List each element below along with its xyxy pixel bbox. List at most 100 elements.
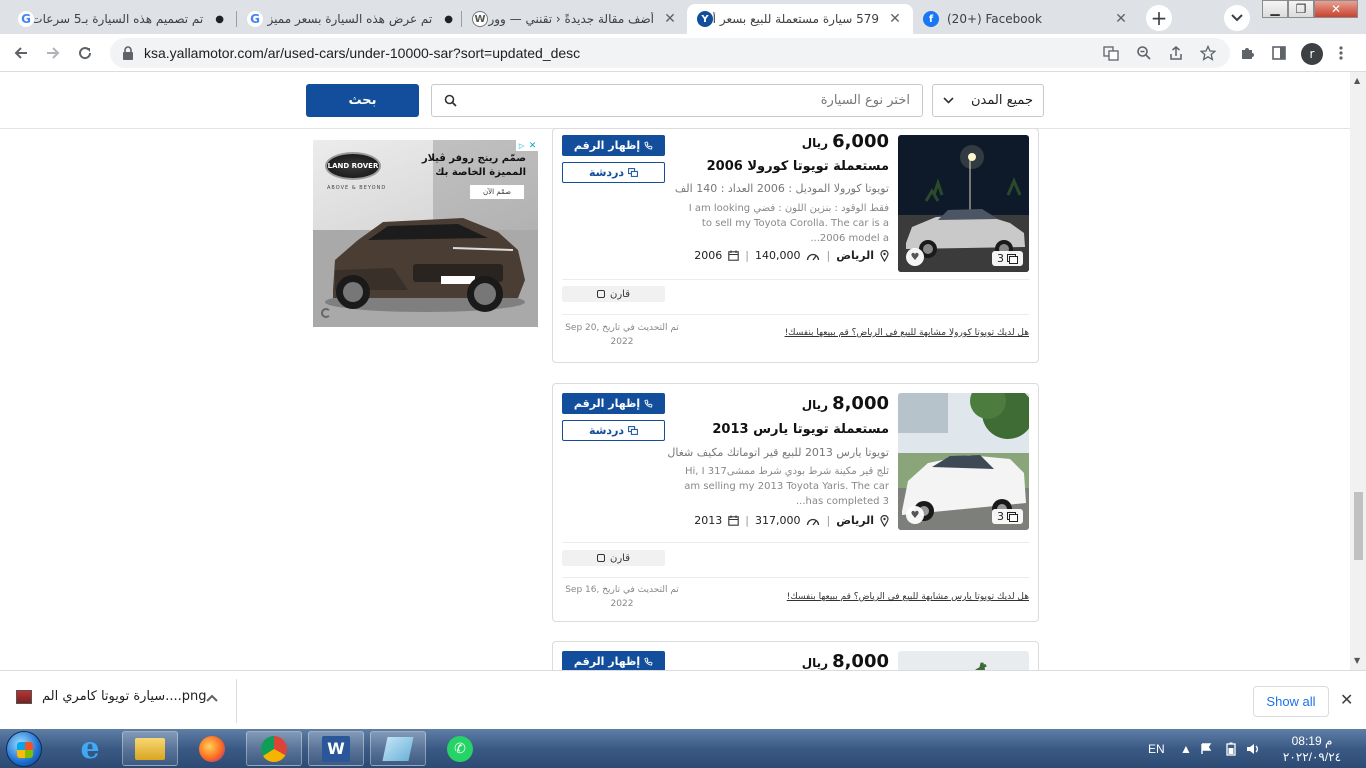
back-button[interactable]	[8, 40, 34, 66]
restore-button[interactable]: ❐	[1288, 0, 1314, 18]
listing-title[interactable]: مستعملة تويوتا يارس 2013	[712, 422, 889, 437]
search-button[interactable]: بحث	[306, 84, 419, 117]
ad-cta-button[interactable]: صمّم الآن	[470, 185, 524, 199]
listing-mileage: 140,000	[754, 249, 801, 262]
download-filename: سيارة تويوتا كامري الم....png	[42, 689, 207, 704]
show-phone-button[interactable]: إظهار الرقم	[562, 393, 665, 414]
tab-search-button[interactable]	[1224, 5, 1250, 31]
listing-card[interactable]: 3 ♥ 8,000 ريال مستعملة تويوتا يارس 2013 …	[552, 383, 1039, 622]
image-file-icon	[16, 689, 32, 704]
car-type-input[interactable]: اختر نوع السيارة	[431, 84, 923, 117]
loading-icon	[321, 308, 331, 318]
facebook-icon: f	[923, 11, 939, 27]
windows-taskbar: e W ✆ EN ▲ 08:19 م ٢٠٢٢/٠٩/٢٤	[0, 729, 1366, 768]
profile-avatar[interactable]: r	[1301, 43, 1323, 65]
battery-icon[interactable]	[1226, 729, 1236, 768]
listing-price: 6,000 ريال	[801, 131, 889, 152]
listing-photo[interactable]: 3 ♥	[898, 135, 1029, 272]
listing-card[interactable]: 3 ♥ 6,000 ريال مستعملة تويوتا كورولا 200…	[552, 128, 1039, 363]
calendar-icon	[728, 515, 739, 526]
download-item[interactable]: سيارة تويوتا كامري الم....png	[16, 689, 206, 704]
reload-button[interactable]	[72, 40, 98, 66]
forward-button[interactable]	[40, 40, 66, 66]
listing-city: الرياض	[836, 249, 874, 262]
language-indicator[interactable]: EN	[1148, 729, 1165, 768]
kebab-menu-icon[interactable]	[1332, 44, 1350, 62]
sell-similar-link[interactable]: هل لديك تويوتا كورولا مشابهة للبيع في ال…	[785, 328, 1029, 338]
chevron-up-icon[interactable]	[206, 691, 218, 705]
advertisement[interactable]: LAND ROVER ABOVE & BEYOND صمّم رينج روفر…	[313, 140, 538, 327]
close-tab-icon[interactable]: ✕	[1113, 11, 1129, 27]
scroll-down-icon[interactable]: ▼	[1354, 656, 1360, 665]
scrollbar-thumb[interactable]	[1354, 492, 1363, 560]
lock-icon	[123, 46, 133, 60]
listing-photo[interactable]: 3 ♥	[898, 393, 1029, 530]
listing-card[interactable]: 8,000 ريال إظهار الرقم	[552, 641, 1039, 670]
share-icon[interactable]	[1167, 44, 1185, 62]
listing-meta: الرياض | 140,000 | 2006	[694, 249, 889, 262]
firefox-icon[interactable]	[184, 731, 240, 766]
flag-icon[interactable]	[1200, 729, 1212, 768]
clock-time: 08:19 م	[1291, 734, 1333, 748]
start-button[interactable]	[6, 731, 42, 767]
new-tab-button[interactable]: +	[1146, 5, 1172, 31]
listing-title[interactable]: مستعملة تويوتا كورولا 2006	[707, 159, 889, 174]
file-explorer-icon[interactable]	[122, 731, 178, 766]
zoom-icon[interactable]	[1135, 44, 1153, 62]
side-panel-icon[interactable]	[1270, 44, 1288, 62]
close-ad-icon[interactable]: ✕	[527, 140, 538, 151]
adchoices-icon[interactable]: ▷	[516, 140, 527, 151]
favorite-heart-icon[interactable]: ♥	[906, 248, 924, 266]
phone-icon	[644, 657, 653, 666]
sell-similar-link[interactable]: هل لديك تويوتا يارس مشابهة للبيع في الري…	[787, 592, 1029, 602]
gallery-icon	[1007, 511, 1018, 522]
calendar-icon	[728, 250, 739, 261]
close-download-bar-icon[interactable]: ✕	[1340, 690, 1353, 709]
whatsapp-icon[interactable]: ✆	[432, 731, 488, 766]
tab-strip: G تم تصميم هذه السيارة بـ5 سرعات يدو ● G…	[0, 0, 1366, 34]
wordpress-icon: W	[472, 11, 488, 27]
notes-app-icon[interactable]	[370, 731, 426, 766]
address-bar[interactable]: ksa.yallamotor.com/ar/used-cars/under-10…	[110, 38, 1230, 68]
city-select[interactable]: جميع المدن	[932, 84, 1044, 117]
internet-explorer-icon[interactable]: e	[62, 731, 118, 766]
chrome-icon[interactable]	[246, 731, 302, 766]
listing-city: الرياض	[836, 514, 874, 527]
tab-google-2[interactable]: G تم عرض هذه السيارة بسعر مميز للغاية ●	[237, 4, 463, 34]
show-phone-button[interactable]: إظهار الرقم	[562, 135, 665, 156]
google-icon: G	[18, 11, 34, 27]
bookmark-star-icon[interactable]	[1199, 44, 1217, 62]
close-tab-icon[interactable]: ✕	[662, 11, 678, 27]
page-scrollbar[interactable]: ▲ ▼	[1350, 72, 1366, 670]
clock-date: ٢٠٢٢/٠٩/٢٤	[1282, 750, 1342, 764]
chevron-up-icon[interactable]: ▲	[1180, 729, 1192, 768]
system-clock[interactable]: 08:19 م ٢٠٢٢/٠٩/٢٤	[1262, 733, 1362, 765]
listing-updated-date: تم التحديث في تاريخ Sep 16, 2022	[565, 585, 679, 609]
compare-checkbox[interactable]: قارن	[562, 286, 665, 302]
show-phone-button[interactable]: إظهار الرقم	[562, 651, 665, 670]
chat-button[interactable]: دردشة	[562, 420, 665, 441]
translate-icon[interactable]	[1102, 44, 1120, 62]
listing-specs: تويوتا يارس 2013 للبيع قير اتوماتك مكيف …	[667, 446, 889, 459]
minimize-button[interactable]: ▁	[1262, 0, 1288, 18]
tab-google-1[interactable]: G تم تصميم هذه السيارة بـ5 سرعات يدو ●	[8, 4, 234, 34]
word-icon[interactable]: W	[308, 731, 364, 766]
tab-wordpress[interactable]: W أضف مقالة جديدةً ‹ تقنني — ووردبريس ✕	[462, 4, 688, 34]
chat-button[interactable]: دردشة	[562, 162, 665, 183]
listing-photo[interactable]	[898, 651, 1029, 670]
chat-icon	[628, 426, 638, 435]
close-tab-icon[interactable]: ✕	[887, 11, 903, 27]
show-all-button[interactable]: Show all	[1253, 686, 1329, 717]
favorite-heart-icon[interactable]: ♥	[906, 506, 924, 524]
tab-yallamotor[interactable]: Y 579 سيارة مستعملة للبيع بسعر أقل من ✕	[687, 4, 913, 34]
reload-icon	[79, 47, 92, 60]
scroll-up-icon[interactable]: ▲	[1354, 76, 1360, 85]
volume-icon[interactable]	[1246, 729, 1260, 768]
extensions-icon[interactable]	[1238, 44, 1256, 62]
compare-checkbox[interactable]: قارن	[562, 550, 665, 566]
google-icon: G	[247, 11, 263, 27]
arrow-right-icon	[47, 47, 60, 59]
close-window-button[interactable]: ✕	[1314, 0, 1358, 18]
tab-facebook[interactable]: f (20+) Facebook ✕	[913, 4, 1139, 34]
location-pin-icon	[880, 249, 889, 262]
